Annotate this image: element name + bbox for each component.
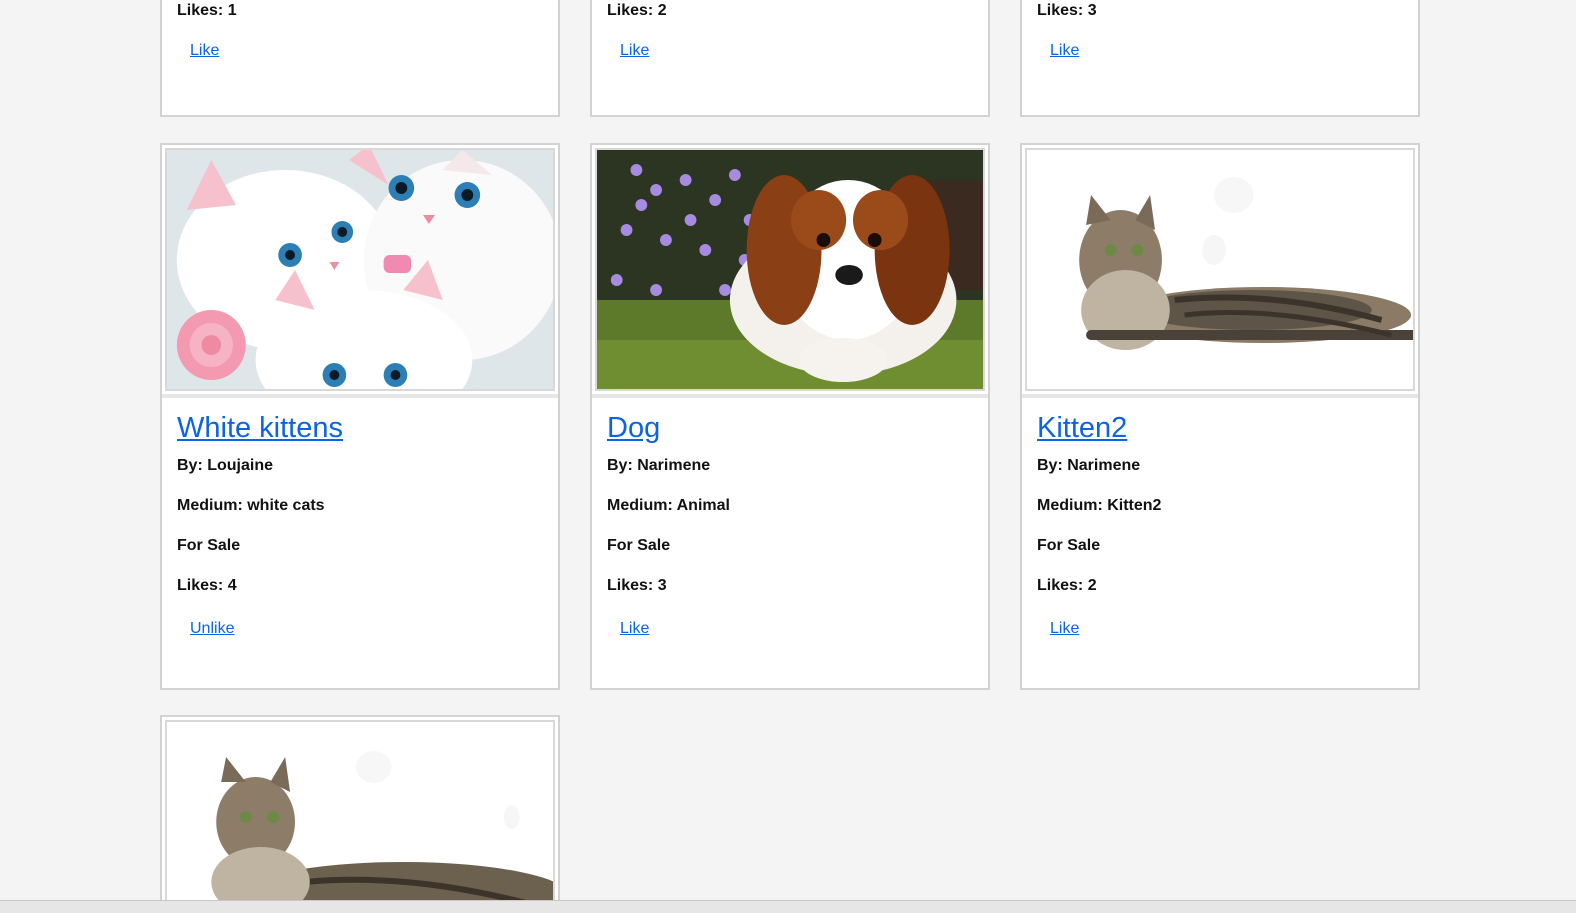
like-button[interactable]: Like bbox=[1050, 620, 1079, 638]
artwork-title-link[interactable]: White kittens bbox=[177, 412, 343, 445]
likes-count: Likes: 2 bbox=[607, 2, 667, 19]
sale-status: For Sale bbox=[607, 537, 671, 554]
artwork-card bbox=[160, 715, 560, 913]
artwork-card: Likes: 2 Like bbox=[590, 0, 990, 117]
likes-count: Likes: 3 bbox=[1037, 2, 1097, 19]
artwork-title-link[interactable]: Kitten2 bbox=[1037, 412, 1127, 445]
like-button[interactable]: Like bbox=[620, 42, 649, 60]
window-bottom-edge bbox=[0, 900, 1576, 913]
puppy-image[interactable] bbox=[595, 148, 985, 391]
likes-count: Likes: 4 bbox=[177, 577, 237, 594]
unlike-button[interactable]: Unlike bbox=[190, 620, 234, 638]
likes-count: Likes: 1 bbox=[177, 2, 237, 19]
white-kittens-image[interactable] bbox=[165, 148, 555, 391]
artwork-card: Kitten2 By: Narimene Medium: Kitten2 For… bbox=[1020, 143, 1420, 690]
gallery-page: Likes: 1 Like Likes: 2 Like Likes: 3 Lik… bbox=[0, 0, 1576, 913]
artwork-card: Likes: 3 Like bbox=[1020, 0, 1420, 117]
like-button[interactable]: Like bbox=[1050, 42, 1079, 60]
like-button[interactable]: Like bbox=[190, 42, 219, 60]
artist-name: By: Narimene bbox=[607, 457, 711, 474]
artwork-card: Dog By: Narimene Medium: Animal For Sale… bbox=[590, 143, 990, 690]
artwork-medium: Medium: white cats bbox=[177, 497, 325, 514]
artist-name: By: Loujaine bbox=[177, 457, 274, 474]
sale-status: For Sale bbox=[1037, 537, 1101, 554]
artwork-card: White kittens By: Loujaine Medium: white… bbox=[160, 143, 560, 690]
likes-count: Likes: 2 bbox=[1037, 577, 1097, 594]
artwork-title-link[interactable]: Dog bbox=[607, 412, 660, 445]
likes-count: Likes: 3 bbox=[607, 577, 667, 594]
artwork-card: Likes: 1 Like bbox=[160, 0, 560, 117]
like-button[interactable]: Like bbox=[620, 620, 649, 638]
artwork-medium: Medium: Animal bbox=[607, 497, 730, 514]
artwork-medium: Medium: Kitten2 bbox=[1037, 497, 1162, 514]
tabby-cat-image[interactable] bbox=[165, 720, 555, 913]
tabby-cat-image[interactable] bbox=[1025, 148, 1415, 391]
sale-status: For Sale bbox=[177, 537, 241, 554]
artist-name: By: Narimene bbox=[1037, 457, 1141, 474]
